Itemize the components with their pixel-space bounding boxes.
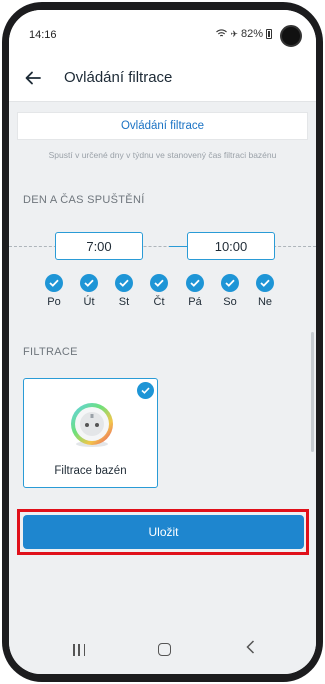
checkmark-icon: [221, 274, 239, 292]
device-name: Filtrace bazén: [54, 465, 127, 477]
checkmark-icon: [137, 382, 154, 399]
smart-plug-icon: [71, 403, 113, 447]
end-time-picker[interactable]: 10:00: [187, 232, 275, 260]
status-time: 14:16: [29, 29, 57, 41]
phone-frame: 14:16 ✈ 82% Ovládání filtrace Ovládání f…: [2, 2, 323, 682]
recent-apps-button[interactable]: [73, 644, 85, 656]
schedule-label: DEN A ČAS SPUŠTĚNÍ: [23, 194, 145, 206]
battery-icon: [266, 29, 272, 39]
day-label: Ne: [257, 296, 273, 308]
time-range-connector: [169, 246, 189, 247]
status-icons: ✈ 82%: [216, 28, 272, 40]
system-back-button[interactable]: [246, 640, 255, 659]
day-toggle-ut[interactable]: Út: [74, 274, 104, 308]
arrow-left-icon: [25, 71, 41, 85]
airplane-icon: ✈: [230, 28, 238, 39]
checkmark-icon: [45, 274, 63, 292]
day-toggle-ct[interactable]: Čt: [144, 274, 174, 308]
day-label: So: [223, 296, 237, 308]
section-title: Ovládání filtrace: [120, 120, 205, 132]
checkmark-icon: [186, 274, 204, 292]
chevron-left-icon: [246, 640, 255, 654]
time-range: 7:00 10:00: [9, 232, 316, 262]
checkmark-icon: [115, 274, 133, 292]
start-time-picker[interactable]: 7:00: [55, 232, 143, 260]
main-content: Ovládání filtrace Spustí v určené dny v …: [9, 102, 316, 628]
app-header: Ovládání filtrace: [9, 54, 316, 102]
device-card-filtrace-bazen[interactable]: Filtrace bazén: [23, 378, 158, 488]
back-button[interactable]: [21, 66, 45, 90]
page-title: Ovládání filtrace: [64, 69, 173, 86]
day-toggle-pa[interactable]: Pá: [180, 274, 210, 308]
front-camera: [280, 25, 302, 47]
day-label: St: [118, 296, 130, 308]
screen: 14:16 ✈ 82% Ovládání filtrace Ovládání f…: [9, 10, 316, 674]
filtration-label: FILTRACE: [23, 346, 78, 358]
scrollbar[interactable]: [311, 332, 314, 452]
day-label: Čt: [153, 296, 165, 308]
day-toggle-po[interactable]: Po: [39, 274, 69, 308]
section-description: Spustí v určené dny v týdnu ve stanovený…: [48, 150, 277, 160]
day-toggle-so[interactable]: So: [215, 274, 245, 308]
checkmark-icon: [256, 274, 274, 292]
battery-percent: 82%: [240, 28, 263, 40]
status-bar: 14:16 ✈ 82%: [9, 10, 316, 54]
day-toggle-ne[interactable]: Ne: [250, 274, 280, 308]
checkmark-icon: [150, 274, 168, 292]
home-button[interactable]: [158, 643, 171, 656]
day-label: Po: [47, 296, 61, 308]
system-nav-bar: [9, 628, 316, 674]
wifi-icon: [216, 28, 228, 40]
weekday-selector: Po Út St Čt Pá So Ne: [39, 274, 289, 314]
day-label: Út: [83, 296, 95, 308]
day-label: Pá: [188, 296, 202, 308]
save-button[interactable]: Uložit: [23, 515, 304, 549]
section-title-box: Ovládání filtrace: [17, 112, 308, 140]
day-toggle-st[interactable]: St: [109, 274, 139, 308]
checkmark-icon: [80, 274, 98, 292]
